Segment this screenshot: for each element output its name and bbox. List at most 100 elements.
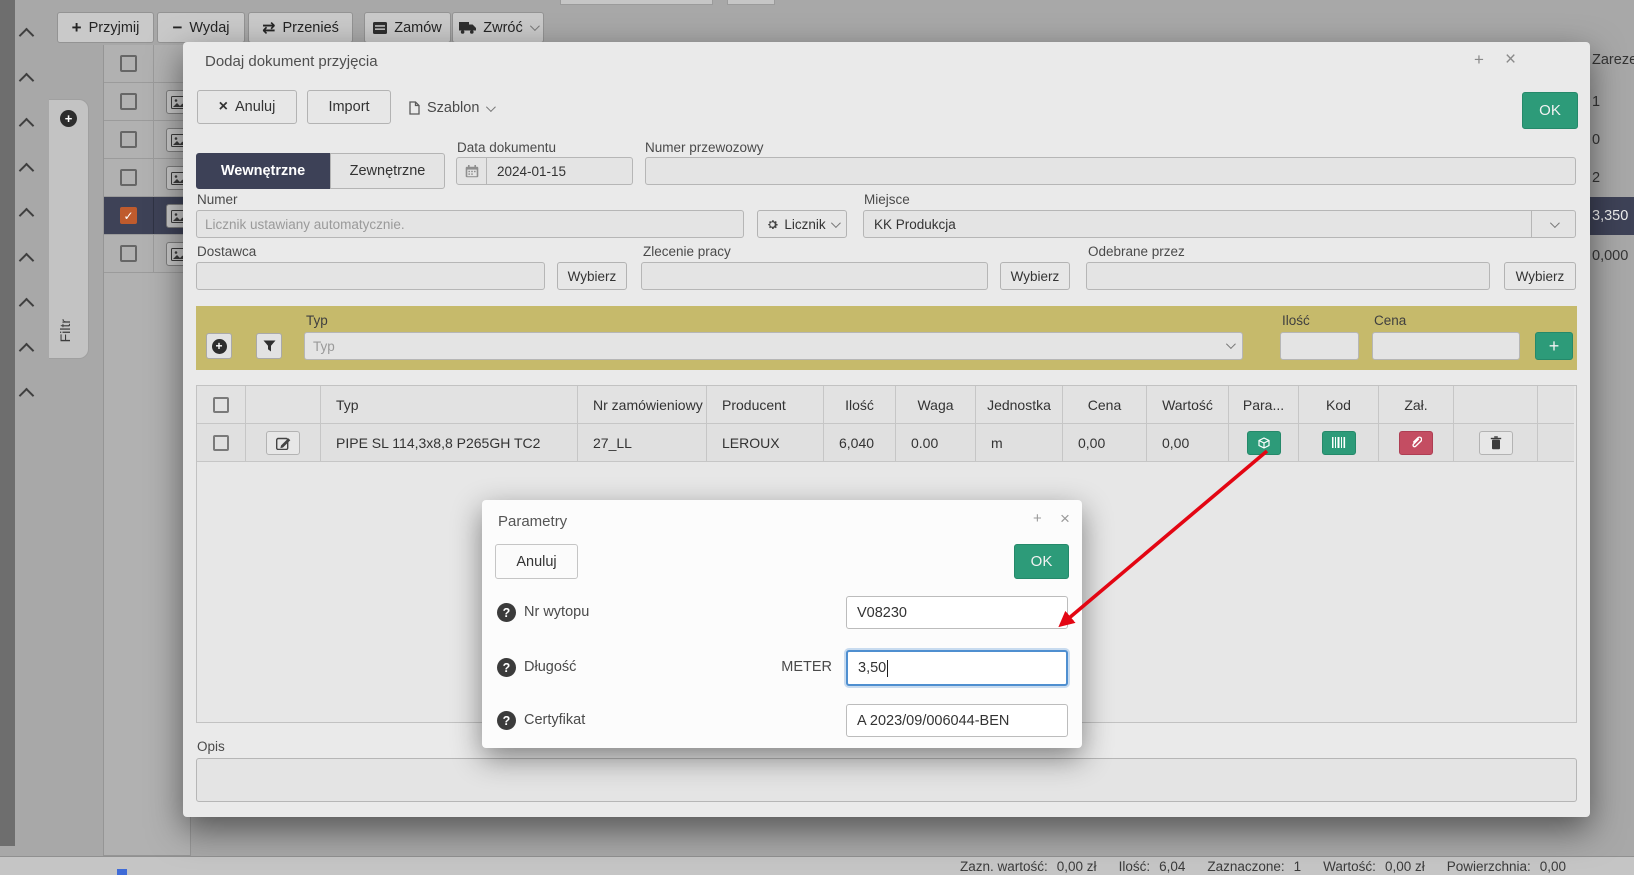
table-row[interactable] bbox=[104, 159, 190, 197]
col-value[interactable]: Wartość bbox=[1147, 386, 1229, 424]
close-icon: × bbox=[219, 98, 228, 116]
minus-icon: − bbox=[172, 18, 182, 38]
collapse-chevron-icon[interactable] bbox=[21, 30, 32, 41]
tab-internal[interactable]: Wewnętrzne bbox=[196, 153, 330, 189]
template-menu-button[interactable]: Szablon bbox=[409, 96, 493, 120]
row-checkbox[interactable] bbox=[120, 245, 137, 262]
ok-button[interactable]: OK bbox=[1522, 92, 1578, 129]
description-textarea[interactable] bbox=[196, 758, 1577, 802]
help-icon[interactable]: ? bbox=[497, 603, 516, 622]
col-attachment[interactable]: Zał. bbox=[1379, 386, 1454, 424]
col-qty[interactable]: Ilość bbox=[824, 386, 896, 424]
param-input-nr-wytopu[interactable] bbox=[846, 596, 1068, 629]
expand-icon[interactable]: + bbox=[1474, 51, 1484, 68]
param-input-certyfikat[interactable] bbox=[846, 704, 1068, 737]
col-unit[interactable]: Jednostka bbox=[976, 386, 1063, 424]
workorder-input[interactable] bbox=[641, 262, 988, 290]
position-row: PIPE SL 114,3x8,8 P265GH TC2 27_LL LEROU… bbox=[197, 424, 1576, 462]
description-label: Opis bbox=[197, 739, 225, 754]
waybill-input[interactable] bbox=[645, 157, 1576, 185]
paperclip-icon bbox=[1410, 436, 1422, 449]
row-checkbox[interactable] bbox=[120, 169, 137, 186]
filter-button[interactable] bbox=[256, 333, 282, 359]
collapse-chevron-icon[interactable] bbox=[21, 255, 32, 266]
param-label: Nr wytopu bbox=[524, 604, 589, 620]
workorder-choose-button[interactable]: Wybierz bbox=[1000, 262, 1070, 290]
collapse-chevron-icon[interactable] bbox=[21, 120, 32, 131]
receive-button[interactable]: + Przyjmij bbox=[57, 12, 154, 43]
place-select[interactable]: KK Produkcja bbox=[863, 210, 1576, 238]
row-checkbox[interactable] bbox=[120, 131, 137, 148]
ok-button[interactable]: OK bbox=[1014, 544, 1069, 579]
supplier-input[interactable] bbox=[196, 262, 545, 290]
col-price[interactable]: Cena bbox=[1063, 386, 1147, 424]
qty-input[interactable] bbox=[1280, 332, 1359, 360]
workorder-label: Zlecenie pracy bbox=[643, 244, 731, 259]
return-button[interactable]: Zwróć bbox=[452, 12, 544, 43]
col-producer[interactable]: Producent bbox=[707, 386, 824, 424]
attachment-button[interactable] bbox=[1399, 431, 1433, 455]
select-all-checkbox[interactable] bbox=[213, 397, 229, 413]
receivedby-choose-button[interactable]: Wybierz bbox=[1504, 262, 1576, 290]
col-params[interactable]: Para... bbox=[1229, 386, 1299, 424]
receivedby-input[interactable] bbox=[1086, 262, 1490, 290]
add-position-button[interactable]: + bbox=[206, 333, 232, 359]
param-input-dlugosc[interactable]: 3,50 bbox=[846, 650, 1068, 686]
select-all-checkbox[interactable] bbox=[120, 55, 137, 72]
reserved-value: 0,000 bbox=[1592, 248, 1628, 264]
close-icon[interactable]: × bbox=[1060, 510, 1070, 527]
table-row[interactable] bbox=[104, 121, 190, 159]
date-input[interactable]: 2024-01-15 bbox=[456, 157, 633, 185]
counter-button[interactable]: Licznik bbox=[757, 210, 847, 238]
order-button[interactable]: Zamów bbox=[364, 12, 451, 43]
price-input[interactable] bbox=[1372, 332, 1520, 360]
table-row[interactable] bbox=[104, 83, 190, 121]
move-button[interactable]: ⇄ Przenieś bbox=[248, 12, 353, 43]
barcode-button[interactable] bbox=[1322, 431, 1356, 455]
table-row[interactable] bbox=[104, 235, 190, 273]
reserved-value: 1 bbox=[1592, 94, 1600, 110]
help-icon[interactable]: ? bbox=[497, 711, 516, 730]
status-bar: Zazn. wartość:0,00 zł Ilość:6,04 Zaznacz… bbox=[0, 856, 1634, 875]
supplier-choose-button[interactable]: Wybierz bbox=[557, 262, 627, 290]
cancel-button[interactable]: × Anuluj bbox=[197, 90, 297, 124]
param-label: Długość bbox=[524, 659, 576, 675]
filter-side-tab[interactable]: + Filtr bbox=[49, 99, 89, 359]
clipped-bottom-element bbox=[117, 869, 127, 875]
row-checkbox-checked[interactable]: ✓ bbox=[120, 207, 137, 224]
add-filter-icon[interactable]: + bbox=[60, 110, 77, 127]
collapse-chevron-icon[interactable] bbox=[21, 210, 32, 221]
close-icon[interactable]: × bbox=[1505, 50, 1516, 69]
issue-button[interactable]: − Wydaj bbox=[157, 12, 245, 43]
edit-button[interactable] bbox=[266, 431, 300, 455]
table-row-selected[interactable]: ✓ bbox=[104, 197, 190, 235]
col-weight[interactable]: Waga bbox=[896, 386, 976, 424]
col-order[interactable]: Nr zamówieniowy bbox=[578, 386, 707, 424]
help-icon[interactable]: ? bbox=[497, 658, 516, 677]
delete-row-button[interactable] bbox=[1479, 431, 1513, 455]
tab-external[interactable]: Zewnętrzne bbox=[330, 153, 445, 189]
plus-icon: + bbox=[72, 18, 82, 38]
row-checkbox[interactable] bbox=[120, 93, 137, 110]
number-input[interactable] bbox=[196, 210, 744, 238]
calendar-icon bbox=[457, 158, 487, 184]
trash-icon bbox=[1490, 436, 1502, 450]
collapse-chevron-icon[interactable] bbox=[21, 75, 32, 86]
typ-combobox[interactable] bbox=[304, 332, 1243, 360]
collapse-chevron-icon[interactable] bbox=[21, 345, 32, 356]
cancel-button[interactable]: Anuluj bbox=[495, 544, 578, 579]
app-screen: + Filtr + Przyjmij − Wydaj ⇄ Przenieś Za… bbox=[0, 0, 1634, 875]
col-code[interactable]: Kod bbox=[1299, 386, 1379, 424]
collapse-chevron-icon[interactable] bbox=[21, 165, 32, 176]
collapse-chevron-icon[interactable] bbox=[21, 390, 32, 401]
cell-price: 0,00 bbox=[1063, 424, 1147, 462]
cell-typ: PIPE SL 114,3x8,8 P265GH TC2 bbox=[321, 424, 578, 462]
reserved-value-selected: 3,350 bbox=[1592, 208, 1628, 224]
parameters-button[interactable] bbox=[1247, 431, 1281, 455]
col-typ[interactable]: Typ bbox=[321, 386, 578, 424]
expand-icon[interactable]: + bbox=[1033, 511, 1042, 526]
collapse-chevron-icon[interactable] bbox=[21, 300, 32, 311]
import-button[interactable]: Import bbox=[307, 90, 391, 124]
row-checkbox[interactable] bbox=[213, 435, 229, 451]
add-row-button[interactable]: + bbox=[1535, 332, 1573, 360]
